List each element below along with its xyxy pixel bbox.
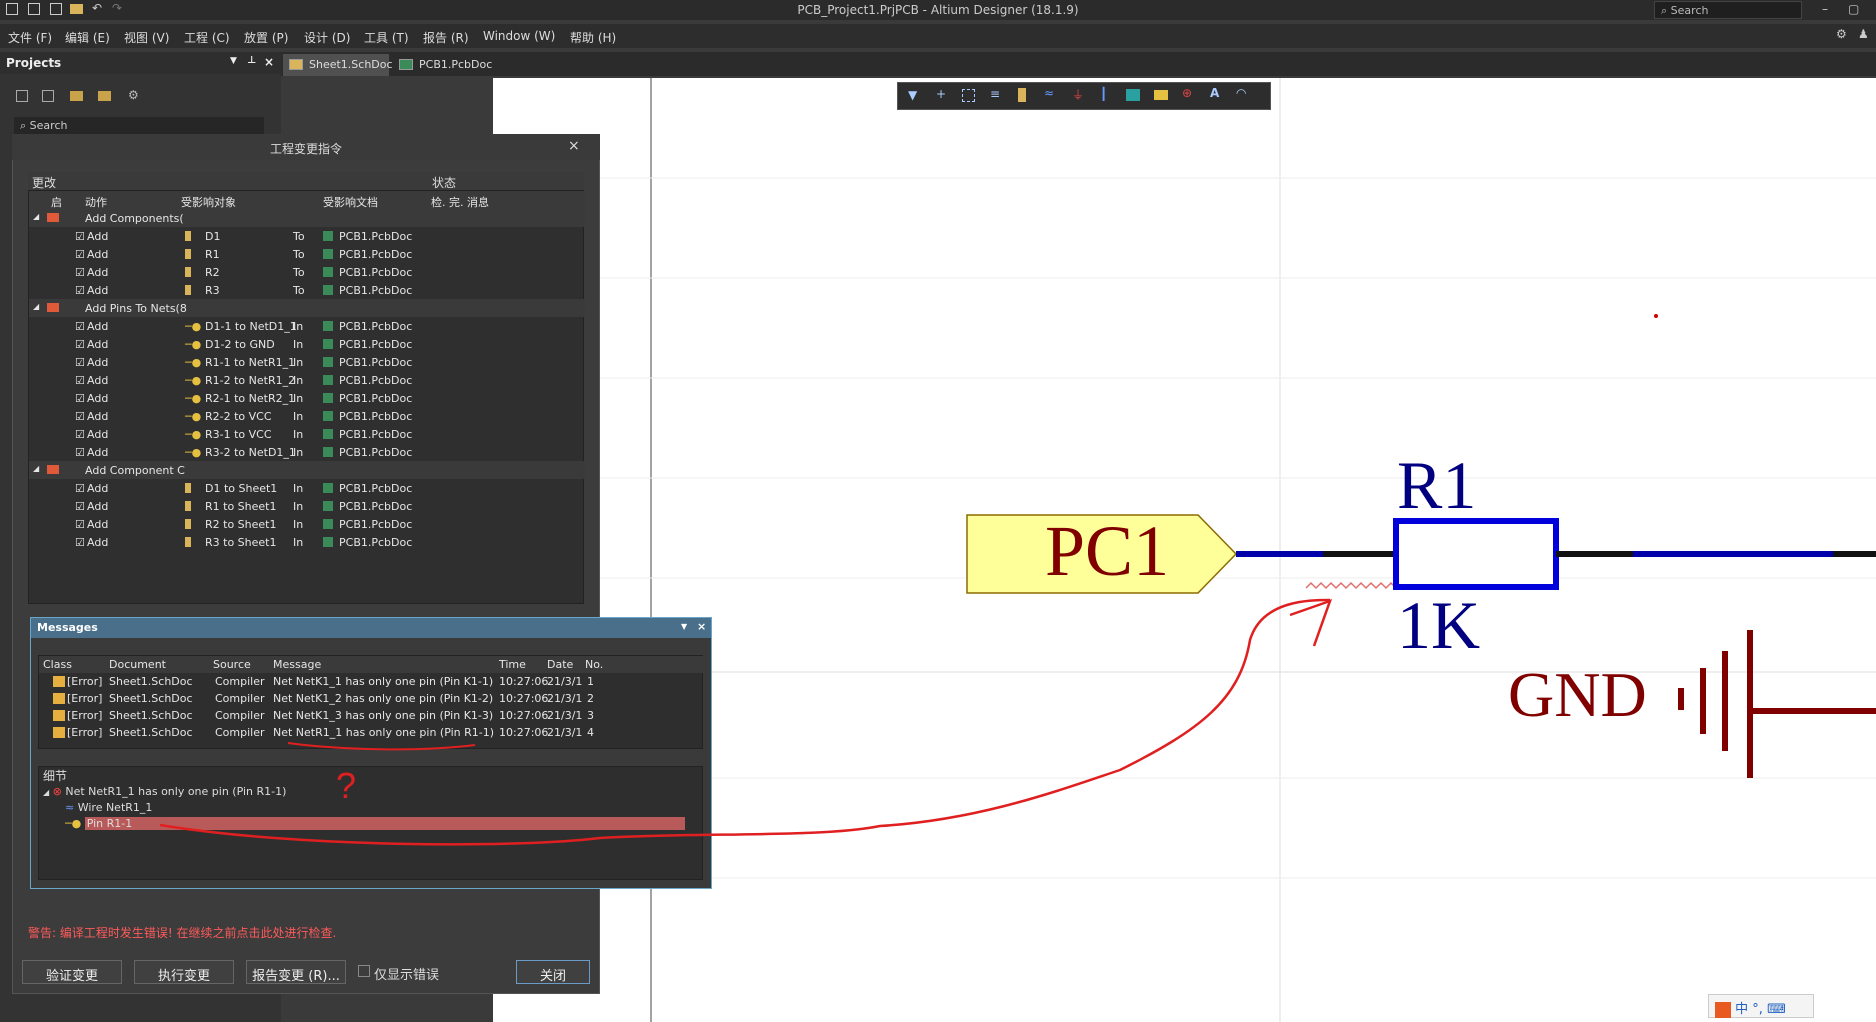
arrowhead-annotation (1289, 598, 1333, 647)
ime-label: 中 (1735, 1002, 1749, 1017)
question-annotation: ? (336, 765, 356, 806)
punctuation-icon: °, (1752, 1002, 1763, 1017)
annotation-overlay: ? (159, 598, 1333, 846)
ime-indicator[interactable]: 中 °, ⌨ (1708, 994, 1814, 1018)
keyboard-icon: ⌨ (1767, 1002, 1786, 1017)
arrow-annotation (159, 598, 1331, 846)
underline-annotation (287, 742, 476, 751)
ime-logo-icon (1715, 1001, 1731, 1018)
